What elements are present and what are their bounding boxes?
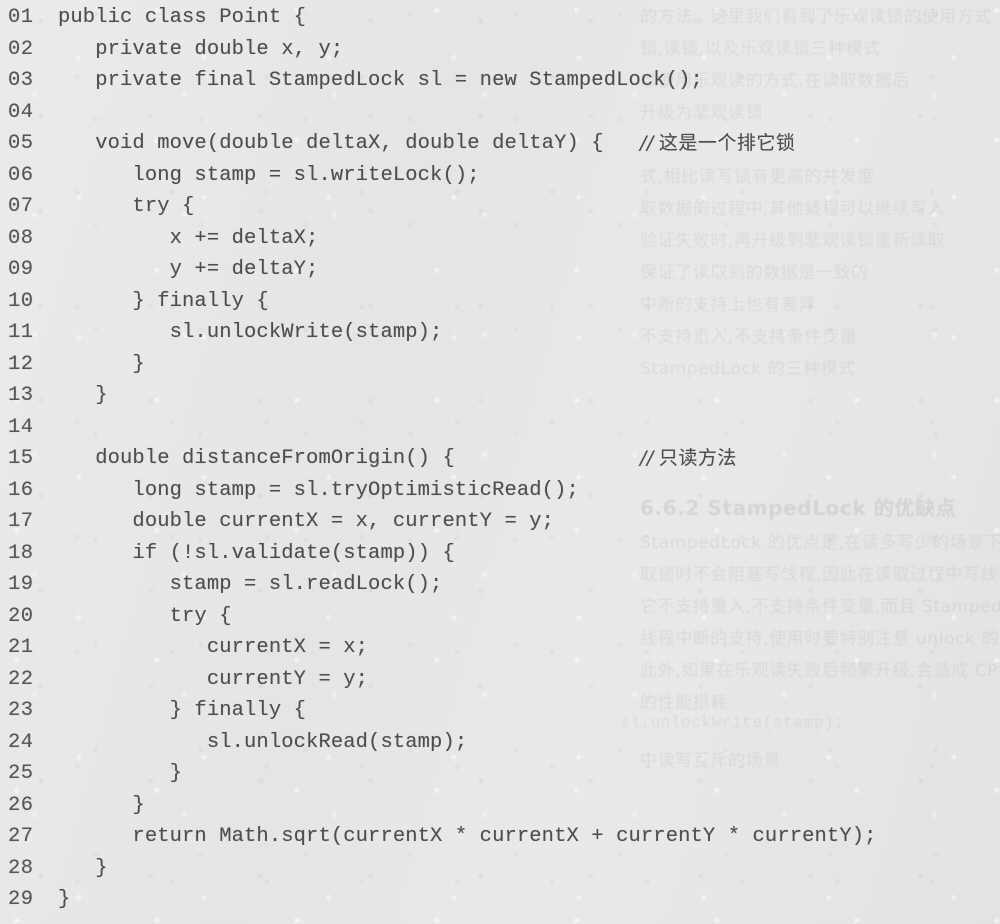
code-line-number: 19 bbox=[8, 573, 34, 596]
code-line-source: private double x, y; bbox=[58, 37, 344, 61]
comment-text: 这是一个排它锁 bbox=[658, 132, 796, 154]
code-line-number: 22 bbox=[8, 667, 34, 691]
code-line-number: 10 bbox=[8, 289, 34, 313]
code-line-number: 16 bbox=[8, 478, 34, 502]
code-line-number: 03 bbox=[8, 69, 34, 92]
code-line: 12 } bbox=[0, 349, 1000, 381]
code-line-number: 25 bbox=[8, 762, 34, 785]
code-line-number: 29 bbox=[8, 888, 34, 911]
code-line-source: currentY = y; bbox=[58, 667, 369, 691]
code-line: 28 } bbox=[0, 853, 1000, 885]
code-line-source: currentX = x; bbox=[58, 636, 369, 659]
code-line-number: 14 bbox=[8, 415, 34, 439]
code-line-number: 27 bbox=[8, 825, 34, 848]
code-line: 14 bbox=[0, 412, 1000, 444]
code-line: 21 currentX = x; bbox=[0, 632, 1000, 664]
code-line: 18 if (!sl.validate(stamp)) { bbox=[0, 538, 1000, 570]
code-line-source: } bbox=[58, 888, 71, 911]
code-line-source: long stamp = sl.writeLock(); bbox=[58, 163, 480, 187]
code-line-source: sl.unlockWrite(stamp); bbox=[58, 321, 443, 344]
code-line: 29} bbox=[0, 884, 1000, 916]
code-line-number: 08 bbox=[8, 226, 34, 250]
code-line-source: public class Point { bbox=[58, 6, 307, 29]
code-line: 04 bbox=[0, 97, 1000, 129]
code-line-source: } bbox=[58, 856, 108, 880]
code-line-source: double currentX = x, currentY = y; bbox=[58, 510, 555, 533]
comment-text: 只读方法 bbox=[658, 447, 737, 469]
code-line: 22 currentY = y; bbox=[0, 664, 1000, 696]
code-line: 16 long stamp = sl.tryOptimisticRead(); bbox=[0, 475, 1000, 507]
code-line-source: } bbox=[58, 352, 145, 376]
code-line: 09 y += deltaY; bbox=[0, 254, 1000, 286]
comment-slashes: // bbox=[640, 132, 654, 154]
code-line: 13 } bbox=[0, 380, 1000, 412]
code-line-source: try { bbox=[58, 604, 232, 628]
code-line-number: 21 bbox=[8, 636, 34, 659]
code-line-source: } bbox=[58, 384, 108, 407]
code-line: 02 private double x, y; bbox=[0, 34, 1000, 66]
code-line-source: x += deltaX; bbox=[58, 226, 319, 250]
code-line-number: 06 bbox=[8, 163, 34, 187]
code-line-source: long stamp = sl.tryOptimisticRead(); bbox=[58, 478, 579, 502]
code-line: 20 try { bbox=[0, 601, 1000, 633]
code-line-number: 05 bbox=[8, 132, 34, 155]
code-line-source: } finally { bbox=[58, 699, 307, 722]
code-line-source: sl.unlockRead(stamp); bbox=[58, 730, 468, 754]
code-line-number: 18 bbox=[8, 541, 34, 565]
comment-slashes: // bbox=[640, 447, 654, 469]
code-line-number: 04 bbox=[8, 100, 34, 124]
code-line-number: 12 bbox=[8, 352, 34, 376]
code-line-number: 02 bbox=[8, 37, 34, 61]
code-line: 17 double currentX = x, currentY = y; bbox=[0, 506, 1000, 538]
code-line-source: stamp = sl.readLock(); bbox=[58, 573, 443, 596]
code-line: 25 } bbox=[0, 758, 1000, 790]
code-line-source: } bbox=[58, 793, 145, 817]
code-line-source: try { bbox=[58, 195, 195, 218]
code-line-number: 24 bbox=[8, 730, 34, 754]
java-code-listing: 01 public class Point { 02 private double … bbox=[0, 0, 1000, 924]
code-line-number: 17 bbox=[8, 510, 34, 533]
code-line-source: double distanceFromOrigin() { bbox=[58, 447, 455, 470]
code-line-comment: //只读方法 bbox=[640, 443, 737, 475]
code-line: 23 } finally { bbox=[0, 695, 1000, 727]
code-line-source: } bbox=[58, 762, 183, 785]
code-line: 07 try { bbox=[0, 191, 1000, 223]
code-line-number: 13 bbox=[8, 384, 34, 407]
code-line: 24 sl.unlockRead(stamp); bbox=[0, 727, 1000, 759]
code-line-number: 09 bbox=[8, 258, 34, 281]
code-line-number: 20 bbox=[8, 604, 34, 628]
code-line-number: 07 bbox=[8, 195, 34, 218]
code-line: 15 double distanceFromOrigin() { //只读方法 bbox=[0, 443, 1000, 475]
code-line: 08 x += deltaX; bbox=[0, 223, 1000, 255]
code-line: 01 public class Point { bbox=[0, 2, 1000, 34]
code-line-source: } finally { bbox=[58, 289, 269, 313]
code-line: 06 long stamp = sl.writeLock(); bbox=[0, 160, 1000, 192]
code-line-source: if (!sl.validate(stamp)) { bbox=[58, 541, 455, 565]
code-line-source: y += deltaY; bbox=[58, 258, 319, 281]
scanned-page: 的方法。这里我们看到了乐观读锁的使用方式 锁,读锁,以及乐观读锁三种模式 以使用乐观… bbox=[0, 0, 1000, 924]
code-line-source: void move(double deltaX, double deltaY) … bbox=[58, 132, 604, 155]
code-line: 19 stamp = sl.readLock(); bbox=[0, 569, 1000, 601]
code-line-number: 26 bbox=[8, 793, 34, 817]
code-line: 26 } bbox=[0, 790, 1000, 822]
code-line-source: private final StampedLock sl = new Stamp… bbox=[58, 69, 703, 92]
code-line: 10 } finally { bbox=[0, 286, 1000, 318]
code-line-number: 23 bbox=[8, 699, 34, 722]
code-line-number: 11 bbox=[8, 321, 34, 344]
code-line-number: 01 bbox=[8, 6, 34, 29]
code-line-source: return Math.sqrt(currentX * currentX + c… bbox=[58, 825, 877, 848]
code-line: 27 return Math.sqrt(currentX * currentX … bbox=[0, 821, 1000, 853]
code-line-number: 15 bbox=[8, 447, 34, 470]
code-line: 03 private final StampedLock sl = new St… bbox=[0, 65, 1000, 97]
code-line-comment: //这是一个排它锁 bbox=[640, 128, 795, 160]
code-line: 05 void move(double deltaX, double delta… bbox=[0, 128, 1000, 160]
code-line: 11 sl.unlockWrite(stamp); bbox=[0, 317, 1000, 349]
code-line-number: 28 bbox=[8, 856, 34, 880]
